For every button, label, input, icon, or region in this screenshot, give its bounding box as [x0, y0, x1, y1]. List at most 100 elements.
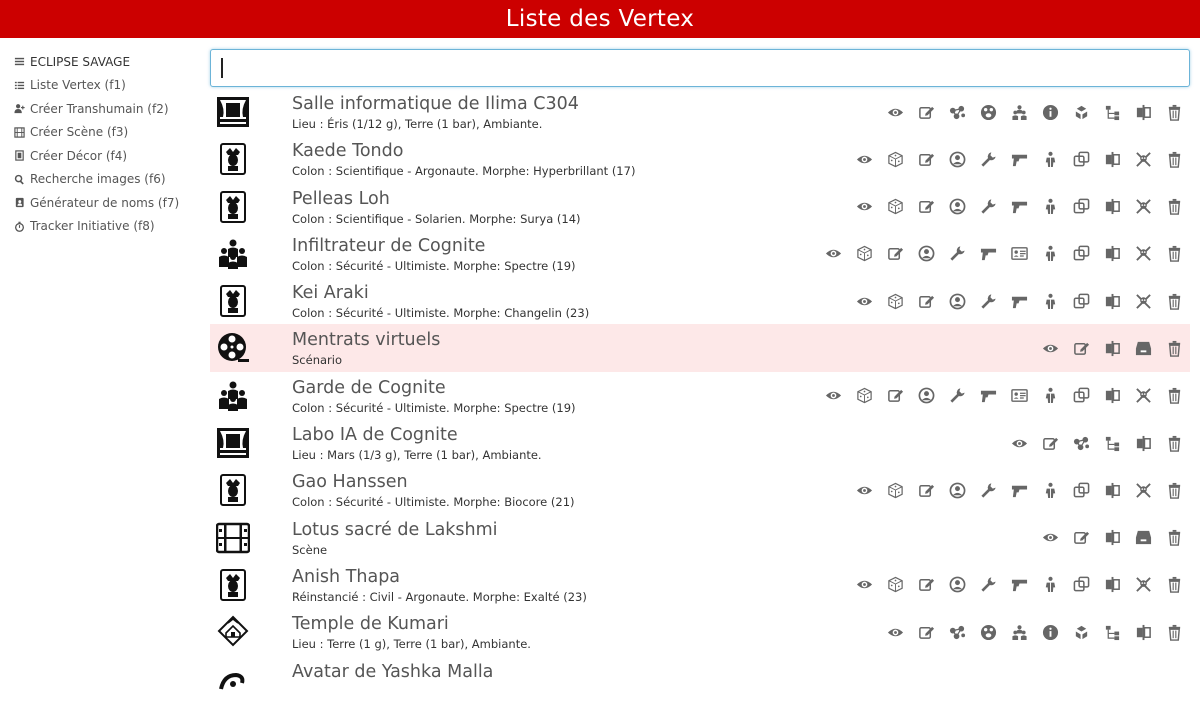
eye-icon[interactable]: [849, 574, 880, 596]
clone-icon[interactable]: [1066, 148, 1097, 170]
gun-icon[interactable]: [1004, 290, 1035, 312]
vertex-row[interactable]: Anish Thapa Réinstancié : Civil - Argonau…: [210, 561, 1190, 608]
crossbones-icon[interactable]: [1128, 243, 1159, 265]
vertex-row[interactable]: Labo IA de Cognite Lieu : Mars (1/3 g), T…: [210, 419, 1190, 466]
columns-icon[interactable]: [1097, 243, 1128, 265]
dice-icon[interactable]: [880, 479, 911, 501]
trash-icon[interactable]: [1159, 621, 1190, 643]
wrench-icon[interactable]: [973, 479, 1004, 501]
vertex-row[interactable]: Mentrats virtuels Scénario: [210, 324, 1190, 372]
gun-icon[interactable]: [1004, 148, 1035, 170]
sidebar-item-tracker-initiative[interactable]: Tracker Initiative (f8): [0, 215, 205, 239]
edit-icon[interactable]: [880, 243, 911, 265]
wrench-icon[interactable]: [973, 148, 1004, 170]
archive-icon[interactable]: [1128, 337, 1159, 359]
archive-icon[interactable]: [1128, 527, 1159, 549]
vertex-row[interactable]: Kaede Tondo Colon : Scientifique - Argona…: [210, 135, 1190, 182]
group-icon[interactable]: [1004, 621, 1035, 643]
columns-icon[interactable]: [1128, 621, 1159, 643]
info-icon[interactable]: [1035, 621, 1066, 643]
vertex-title[interactable]: Gao Hanssen: [292, 472, 408, 492]
wrench-icon[interactable]: [942, 243, 973, 265]
tree-icon[interactable]: [1097, 101, 1128, 123]
crossbones-icon[interactable]: [1128, 385, 1159, 407]
eye-icon[interactable]: [1004, 432, 1035, 454]
user-circle-icon[interactable]: [942, 196, 973, 218]
sidebar-item-liste-vertex[interactable]: Liste Vertex (f1): [0, 74, 205, 98]
vertex-row[interactable]: Temple de Kumari Lieu : Terre (1 g), Terr…: [210, 608, 1190, 655]
cubes-icon[interactable]: [1066, 621, 1097, 643]
edit-icon[interactable]: [911, 621, 942, 643]
columns-icon[interactable]: [1097, 479, 1128, 501]
clone-icon[interactable]: [1066, 196, 1097, 218]
edit-icon[interactable]: [911, 574, 942, 596]
vertex-row[interactable]: Lotus sacré de Lakshmi Scène: [210, 514, 1190, 561]
user-circle-icon[interactable]: [911, 385, 942, 407]
body-icon[interactable]: [1035, 196, 1066, 218]
user-circle-icon[interactable]: [911, 243, 942, 265]
crossbones-icon[interactable]: [1128, 148, 1159, 170]
body-icon[interactable]: [1035, 243, 1066, 265]
network-icon[interactable]: [1066, 432, 1097, 454]
eye-icon[interactable]: [849, 290, 880, 312]
clone-icon[interactable]: [1066, 385, 1097, 407]
edit-icon[interactable]: [911, 290, 942, 312]
clone-icon[interactable]: [1066, 243, 1097, 265]
sidebar-item-cr-er-transhumain[interactable]: Créer Transhumain (f2): [0, 97, 205, 121]
edit-icon[interactable]: [880, 385, 911, 407]
columns-icon[interactable]: [1097, 337, 1128, 359]
vertex-title[interactable]: Salle informatique de Ilima C304: [292, 94, 579, 114]
vertex-title[interactable]: Kaede Tondo: [292, 141, 403, 161]
columns-icon[interactable]: [1097, 574, 1128, 596]
sidebar-item-cr-er-d-cor[interactable]: Créer Décor (f4): [0, 144, 205, 168]
edit-icon[interactable]: [911, 196, 942, 218]
vertex-title[interactable]: Pelleas Loh: [292, 189, 390, 209]
user-circle-icon[interactable]: [942, 574, 973, 596]
eye-icon[interactable]: [849, 196, 880, 218]
trash-icon[interactable]: [1159, 290, 1190, 312]
trash-icon[interactable]: [1159, 243, 1190, 265]
gun-icon[interactable]: [1004, 574, 1035, 596]
eye-icon[interactable]: [880, 621, 911, 643]
columns-icon[interactable]: [1097, 290, 1128, 312]
columns-icon[interactable]: [1097, 148, 1128, 170]
columns-icon[interactable]: [1097, 527, 1128, 549]
edit-icon[interactable]: [1066, 527, 1097, 549]
dice-icon[interactable]: [849, 385, 880, 407]
user-circle-icon[interactable]: [942, 148, 973, 170]
trash-icon[interactable]: [1159, 196, 1190, 218]
user-circle-icon[interactable]: [942, 479, 973, 501]
sidebar-brand[interactable]: ECLIPSE SAVAGE: [0, 50, 205, 74]
columns-icon[interactable]: [1097, 385, 1128, 407]
dice-icon[interactable]: [880, 574, 911, 596]
search-input[interactable]: [210, 49, 1190, 87]
clone-icon[interactable]: [1066, 574, 1097, 596]
edit-icon[interactable]: [911, 101, 942, 123]
paw-icon[interactable]: [973, 101, 1004, 123]
vertex-title[interactable]: Kei Araki: [292, 283, 369, 303]
vertex-title[interactable]: Avatar de Yashka Malla: [292, 662, 493, 682]
id-card-icon[interactable]: [1004, 243, 1035, 265]
dice-icon[interactable]: [880, 196, 911, 218]
body-icon[interactable]: [1035, 479, 1066, 501]
crossbones-icon[interactable]: [1128, 479, 1159, 501]
vertex-row[interactable]: Avatar de Yashka Malla: [210, 656, 1190, 703]
wrench-icon[interactable]: [973, 574, 1004, 596]
dice-icon[interactable]: [880, 290, 911, 312]
body-icon[interactable]: [1035, 148, 1066, 170]
body-icon[interactable]: [1035, 574, 1066, 596]
trash-icon[interactable]: [1159, 101, 1190, 123]
network-icon[interactable]: [942, 101, 973, 123]
paw-icon[interactable]: [973, 621, 1004, 643]
eye-icon[interactable]: [1035, 337, 1066, 359]
edit-icon[interactable]: [911, 479, 942, 501]
gun-icon[interactable]: [1004, 479, 1035, 501]
user-circle-icon[interactable]: [942, 290, 973, 312]
eye-icon[interactable]: [818, 243, 849, 265]
trash-icon[interactable]: [1159, 574, 1190, 596]
vertex-title[interactable]: Labo IA de Cognite: [292, 425, 458, 445]
trash-icon[interactable]: [1159, 148, 1190, 170]
tree-icon[interactable]: [1097, 432, 1128, 454]
clone-icon[interactable]: [1066, 479, 1097, 501]
clone-icon[interactable]: [1066, 290, 1097, 312]
